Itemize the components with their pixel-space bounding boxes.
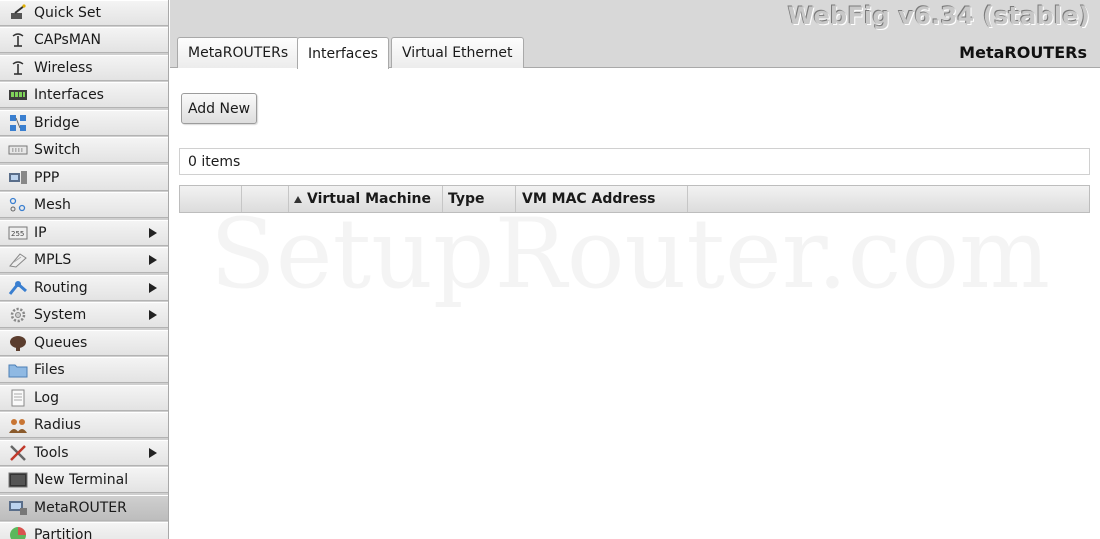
- item-count-text: 0 items: [188, 153, 241, 170]
- submenu-arrow-icon: [149, 310, 157, 320]
- routing-icon: [8, 279, 28, 297]
- column-header-type[interactable]: Type: [443, 186, 516, 212]
- sidebar-menu: Quick Set CAPsMAN Wireless Interfaces Br…: [0, 0, 169, 539]
- sidebar-item-label: Bridge: [34, 115, 80, 131]
- tab-virtual-ethernet[interactable]: Virtual Ethernet: [391, 37, 524, 68]
- column-header-filler: [688, 186, 1089, 212]
- sidebar-item-partition[interactable]: Partition: [0, 522, 168, 539]
- submenu-arrow-icon: [149, 228, 157, 238]
- queues-icon: [8, 334, 28, 352]
- sidebar-item-label: Interfaces: [34, 87, 104, 103]
- sidebar-item-label: Mesh: [34, 197, 71, 213]
- sidebar-item-system[interactable]: System: [0, 302, 168, 328]
- log-icon: [8, 389, 28, 407]
- sidebar-item-label: Switch: [34, 142, 81, 158]
- column-header-select[interactable]: [180, 186, 242, 212]
- partition-icon: [8, 526, 28, 539]
- sidebar-item-label: PPP: [34, 170, 60, 186]
- sidebar-item-ppp[interactable]: PPP: [0, 165, 168, 191]
- sidebar-item-label: MetaROUTER: [34, 500, 127, 516]
- sidebar-item-label: Log: [34, 390, 60, 406]
- ip-icon: 255: [8, 224, 28, 242]
- gear-icon: [8, 306, 28, 324]
- sidebar-item-label: Routing: [34, 280, 88, 296]
- sidebar-item-label: Queues: [34, 335, 88, 351]
- sidebar-item-files[interactable]: Files: [0, 357, 168, 383]
- table-header: Virtual Machine Type VM MAC Address: [179, 185, 1090, 213]
- sort-ascending-icon: [294, 195, 302, 203]
- antenna-icon: [8, 31, 28, 49]
- folder-icon: [8, 361, 28, 379]
- column-header-virtual-machine[interactable]: Virtual Machine: [289, 186, 443, 212]
- sidebar-item-label: MPLS: [34, 252, 72, 268]
- sidebar-item-label: CAPsMAN: [34, 32, 101, 48]
- sidebar-item-routing[interactable]: Routing: [0, 275, 168, 301]
- column-header-flags[interactable]: [242, 186, 289, 212]
- terminal-icon: [8, 471, 28, 489]
- sidebar-item-label: Quick Set: [34, 5, 102, 21]
- sidebar-item-mesh[interactable]: Mesh: [0, 192, 168, 218]
- bridge-icon: [8, 114, 28, 132]
- page-title: MetaROUTERs: [959, 43, 1087, 62]
- sidebar-item-queues[interactable]: Queues: [0, 330, 168, 356]
- tools-icon: [8, 444, 28, 462]
- sidebar-item-label: Files: [34, 362, 65, 378]
- tab-interfaces[interactable]: Interfaces: [297, 37, 389, 69]
- sidebar-item-tools[interactable]: Tools: [0, 440, 168, 466]
- sidebar-item-metarouter[interactable]: MetaROUTER: [0, 495, 168, 521]
- sidebar-item-label: Radius: [34, 417, 81, 433]
- sidebar-item-wireless[interactable]: Wireless: [0, 55, 168, 81]
- radius-icon: [8, 416, 28, 434]
- sidebar-item-label: Partition: [34, 527, 93, 539]
- metarouter-icon: [8, 499, 28, 517]
- submenu-arrow-icon: [149, 283, 157, 293]
- sidebar-item-label: New Terminal: [34, 472, 129, 488]
- tab-metarouters[interactable]: MetaROUTERs: [177, 37, 300, 68]
- mesh-icon: [8, 196, 28, 214]
- sidebar-item-switch[interactable]: Switch: [0, 137, 168, 163]
- app-brand-title: WebFig v6.34 (stable): [787, 2, 1090, 30]
- column-header-label: Virtual Machine: [307, 191, 431, 207]
- sidebar-item-quick-set[interactable]: Quick Set: [0, 0, 168, 26]
- sidebar-item-mpls[interactable]: MPLS: [0, 247, 168, 273]
- sidebar-item-label: Tools: [34, 445, 69, 461]
- sidebar-item-log[interactable]: Log: [0, 385, 168, 411]
- submenu-arrow-icon: [149, 255, 157, 265]
- sidebar-item-capsman[interactable]: CAPsMAN: [0, 27, 168, 53]
- antenna-icon: [8, 59, 28, 77]
- ports-icon: [8, 86, 28, 104]
- column-header-label: Type: [448, 191, 485, 207]
- ppp-icon: [8, 169, 28, 187]
- watermark-text: SetupRouter.com: [210, 198, 1050, 310]
- add-new-button[interactable]: Add New: [181, 93, 257, 124]
- column-header-vm-mac-address[interactable]: VM MAC Address: [516, 186, 688, 212]
- submenu-arrow-icon: [149, 448, 157, 458]
- svg-text:255: 255: [11, 230, 24, 238]
- mpls-icon: [8, 251, 28, 269]
- sidebar-item-label: Wireless: [34, 60, 93, 76]
- switch-icon: [8, 141, 28, 159]
- sidebar-item-ip[interactable]: 255 IP: [0, 220, 168, 246]
- column-header-label: VM MAC Address: [522, 191, 656, 207]
- wand-icon: [8, 4, 28, 22]
- sidebar-item-new-terminal[interactable]: New Terminal: [0, 467, 168, 493]
- sidebar-item-label: IP: [34, 225, 47, 241]
- item-count-bar: 0 items: [179, 148, 1090, 175]
- sidebar-item-radius[interactable]: Radius: [0, 412, 168, 438]
- sidebar-item-interfaces[interactable]: Interfaces: [0, 82, 168, 108]
- sidebar-item-bridge[interactable]: Bridge: [0, 110, 168, 136]
- top-header: WebFig v6.34 (stable) MetaROUTERs MetaRO…: [170, 0, 1100, 69]
- sidebar-item-label: System: [34, 307, 87, 323]
